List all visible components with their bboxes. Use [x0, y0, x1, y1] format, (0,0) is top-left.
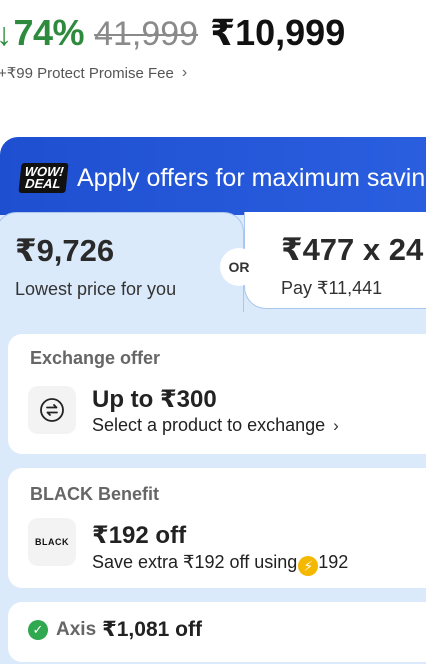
final-price: ₹10,999 [210, 12, 346, 53]
lowest-price-amount: ₹9,726 [15, 233, 115, 268]
chevron-right-icon: › [333, 416, 339, 435]
exchange-arrows-icon [28, 386, 76, 434]
discount-percent: ↓74% [0, 12, 85, 54]
offers-panel: WOW! DEAL Apply offers for maximum savin… [0, 137, 426, 664]
check-circle-icon: ✓ [28, 619, 48, 640]
wow-deal-line2: DEAL [24, 176, 62, 191]
lowest-price-card[interactable]: ₹9,726 Lowest price for you [0, 212, 244, 312]
price-row: ↓74% 41,999 ₹10,999 [0, 12, 345, 54]
black-logo-text: BLACK [35, 537, 69, 547]
axis-bank-offer-card[interactable]: ✓ Axis ₹1,081 off [8, 602, 426, 662]
discount-value: 74% [13, 12, 85, 53]
axis-offer-row: ✓ Axis ₹1,081 off [28, 617, 202, 642]
price-options: ₹9,726 Lowest price for you OR ₹477 x 24… [0, 212, 426, 312]
exchange-offer-card[interactable]: Exchange offer Up to ₹300 Select a produ… [8, 334, 426, 454]
axis-bank-name: Axis [56, 618, 97, 640]
coin-value: 192 [318, 552, 349, 572]
chevron-right-icon: › [181, 64, 188, 81]
black-logo-icon: BLACK [28, 518, 76, 566]
emi-card[interactable]: ₹477 x 24 Pay ₹11,441 [244, 212, 426, 309]
mrp-price: 41,999 [94, 15, 199, 53]
black-benefit-desc: Save extra ₹192 off using ⚡ 192 [92, 552, 348, 576]
lowest-price-label: Lowest price for you [15, 279, 177, 299]
offers-header-text: Apply offers for maximum savings [76, 163, 426, 192]
exchange-offer-title: Exchange offer [30, 348, 161, 368]
down-arrow-icon: ↓ [0, 16, 12, 52]
or-badge: OR [220, 248, 258, 286]
black-benefit-amount: ₹192 off [92, 522, 187, 549]
black-benefit-desc-text: Save extra ₹192 off using [92, 552, 298, 572]
exchange-action-label: Select a product to exchange [92, 415, 326, 435]
protect-fee-label: +₹99 Protect Promise Fee [0, 65, 174, 82]
protect-promise-fee-link[interactable]: +₹99 Protect Promise Fee › [0, 64, 187, 82]
black-benefit-card[interactable]: BLACK Benefit BLACK ₹192 off Save extra … [8, 468, 426, 588]
exchange-action[interactable]: Select a product to exchange › [92, 415, 339, 436]
emi-amount: ₹477 x 24 [281, 232, 424, 267]
offers-header: WOW! DEAL Apply offers for maximum savin… [0, 137, 426, 215]
supercoin-icon: ⚡ [298, 556, 319, 576]
black-benefit-title: BLACK Benefit [30, 484, 159, 504]
emi-total-label: Pay ₹11,441 [281, 278, 383, 298]
axis-offer-amount: ₹1,081 off [102, 618, 202, 641]
exchange-amount: Up to ₹300 [92, 386, 217, 413]
wow-deal-logo: WOW! DEAL [18, 163, 69, 193]
